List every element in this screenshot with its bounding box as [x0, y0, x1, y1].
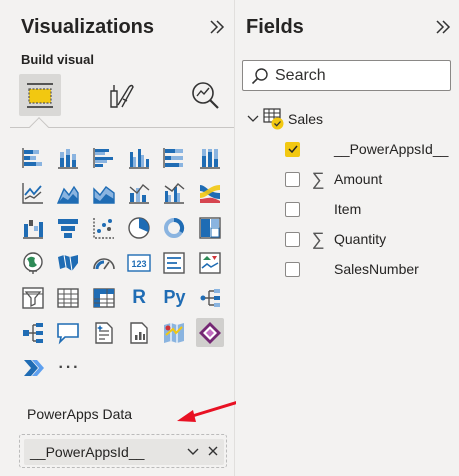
visualizations-title: Visualizations [21, 16, 155, 38]
field-row-item[interactable]: Item [285, 198, 361, 220]
field-label: Item [334, 201, 362, 217]
matrix-icon[interactable] [90, 283, 118, 312]
ribbon-chart-icon[interactable] [196, 178, 224, 207]
azure-map-icon[interactable] [160, 318, 188, 347]
filled-map-icon[interactable] [54, 248, 82, 277]
checkbox-unchecked[interactable] [285, 171, 300, 187]
field-label: Amount [334, 171, 383, 187]
map-icon[interactable] [19, 248, 47, 277]
checkmark-icon [287, 145, 298, 154]
checkbox-unchecked[interactable] [285, 231, 300, 247]
field-label: __PowerAppsId__ [334, 141, 449, 157]
stacked-column-chart-icon[interactable] [54, 143, 82, 172]
python-visual-icon[interactable]: Py [160, 283, 188, 312]
table-icon[interactable] [54, 283, 82, 312]
kpi-icon[interactable] [196, 248, 224, 277]
checkbox-unchecked[interactable] [285, 201, 300, 217]
decomposition-tree-icon[interactable] [19, 318, 47, 347]
field-pill-label: __PowerAppsId__ [30, 444, 145, 460]
fields-title: Fields [246, 16, 304, 38]
table-icon [263, 108, 287, 130]
more-options-icon: ··· [58, 358, 81, 376]
checkmark-badge-icon [271, 117, 284, 130]
field-well[interactable]: __PowerAppsId__ [19, 434, 227, 468]
line-and-column-chart-icon[interactable] [125, 178, 153, 207]
treemap-icon[interactable] [196, 213, 224, 242]
field-label: Quantity [334, 231, 387, 247]
chevron-down-icon[interactable] [186, 441, 200, 463]
donut-chart-icon[interactable] [160, 213, 188, 242]
field-well-label: PowerApps Data [27, 406, 133, 422]
analytics-tab[interactable] [184, 74, 226, 116]
smart-narrative-icon[interactable] [90, 318, 118, 347]
100-stacked-bar-chart-icon[interactable] [160, 143, 188, 172]
qa-icon[interactable] [54, 318, 82, 347]
field-label: SalesNumber [334, 261, 419, 277]
analytics-magnifier-icon [192, 82, 219, 109]
power-apps-icon[interactable] [195, 318, 224, 347]
checkbox-checked[interactable] [285, 141, 300, 157]
search-icon [251, 67, 268, 84]
key-influencers-icon[interactable] [196, 283, 224, 312]
close-icon[interactable] [206, 441, 220, 463]
waterfall-chart-icon[interactable] [19, 213, 47, 242]
power-automate-icon[interactable] [19, 353, 48, 382]
stacked-area-chart-icon[interactable] [90, 178, 118, 207]
line-chart-icon[interactable] [19, 178, 47, 207]
funnel-chart-icon[interactable] [54, 213, 82, 242]
build-visual-tab[interactable] [19, 74, 61, 116]
clustered-bar-chart-icon[interactable] [90, 143, 118, 172]
clustered-column-chart-icon[interactable] [125, 143, 153, 172]
field-row-quantity[interactable]: ∑ Quantity [285, 228, 386, 250]
multi-row-card-icon[interactable] [160, 248, 188, 277]
line-and-clustered-column-chart-icon[interactable] [160, 178, 188, 207]
sigma-icon: ∑ [311, 229, 325, 249]
table-name: Sales [288, 111, 324, 127]
selected-tab-caret [29, 117, 49, 137]
area-chart-icon[interactable] [54, 178, 82, 207]
card-icon[interactable]: 123 [125, 248, 153, 277]
format-paintbrush-icon [110, 84, 134, 108]
search-input[interactable] [275, 66, 445, 85]
gauge-icon[interactable] [90, 248, 118, 277]
visual-types-grid: 123 R Py ··· [19, 143, 231, 388]
fields-pane: Fields Sales __Pow [236, 0, 459, 476]
sigma-icon: ∑ [311, 169, 325, 189]
slicer-icon[interactable] [19, 283, 47, 312]
pie-chart-icon[interactable] [125, 213, 153, 242]
stacked-bar-chart-icon[interactable] [19, 143, 47, 172]
collapse-fields-icon[interactable] [432, 16, 454, 38]
py-glyph: Py [163, 287, 186, 307]
search-box[interactable] [242, 60, 451, 91]
chevron-down-icon[interactable] [246, 112, 260, 126]
r-glyph: R [132, 286, 147, 308]
field-row-amount[interactable]: ∑ Amount [285, 168, 382, 190]
build-visual-icon [27, 83, 53, 108]
scatter-chart-icon[interactable] [90, 213, 118, 242]
format-visual-tab[interactable] [100, 74, 142, 116]
table-node-sales[interactable]: Sales [246, 108, 323, 130]
field-row-salesnumber[interactable]: SalesNumber [285, 258, 419, 280]
r-script-visual-icon[interactable]: R [125, 283, 153, 312]
field-row-powerappsid[interactable]: __PowerAppsId__ [285, 138, 448, 160]
more-visuals-button[interactable]: ··· [55, 353, 84, 382]
build-visual-label: Build visual [21, 52, 94, 67]
svg-text:123: 123 [132, 259, 147, 269]
100-stacked-column-chart-icon[interactable] [196, 143, 224, 172]
checkbox-unchecked[interactable] [285, 261, 300, 277]
collapse-visualizations-icon[interactable] [206, 16, 228, 38]
paginated-report-icon[interactable] [125, 318, 153, 347]
